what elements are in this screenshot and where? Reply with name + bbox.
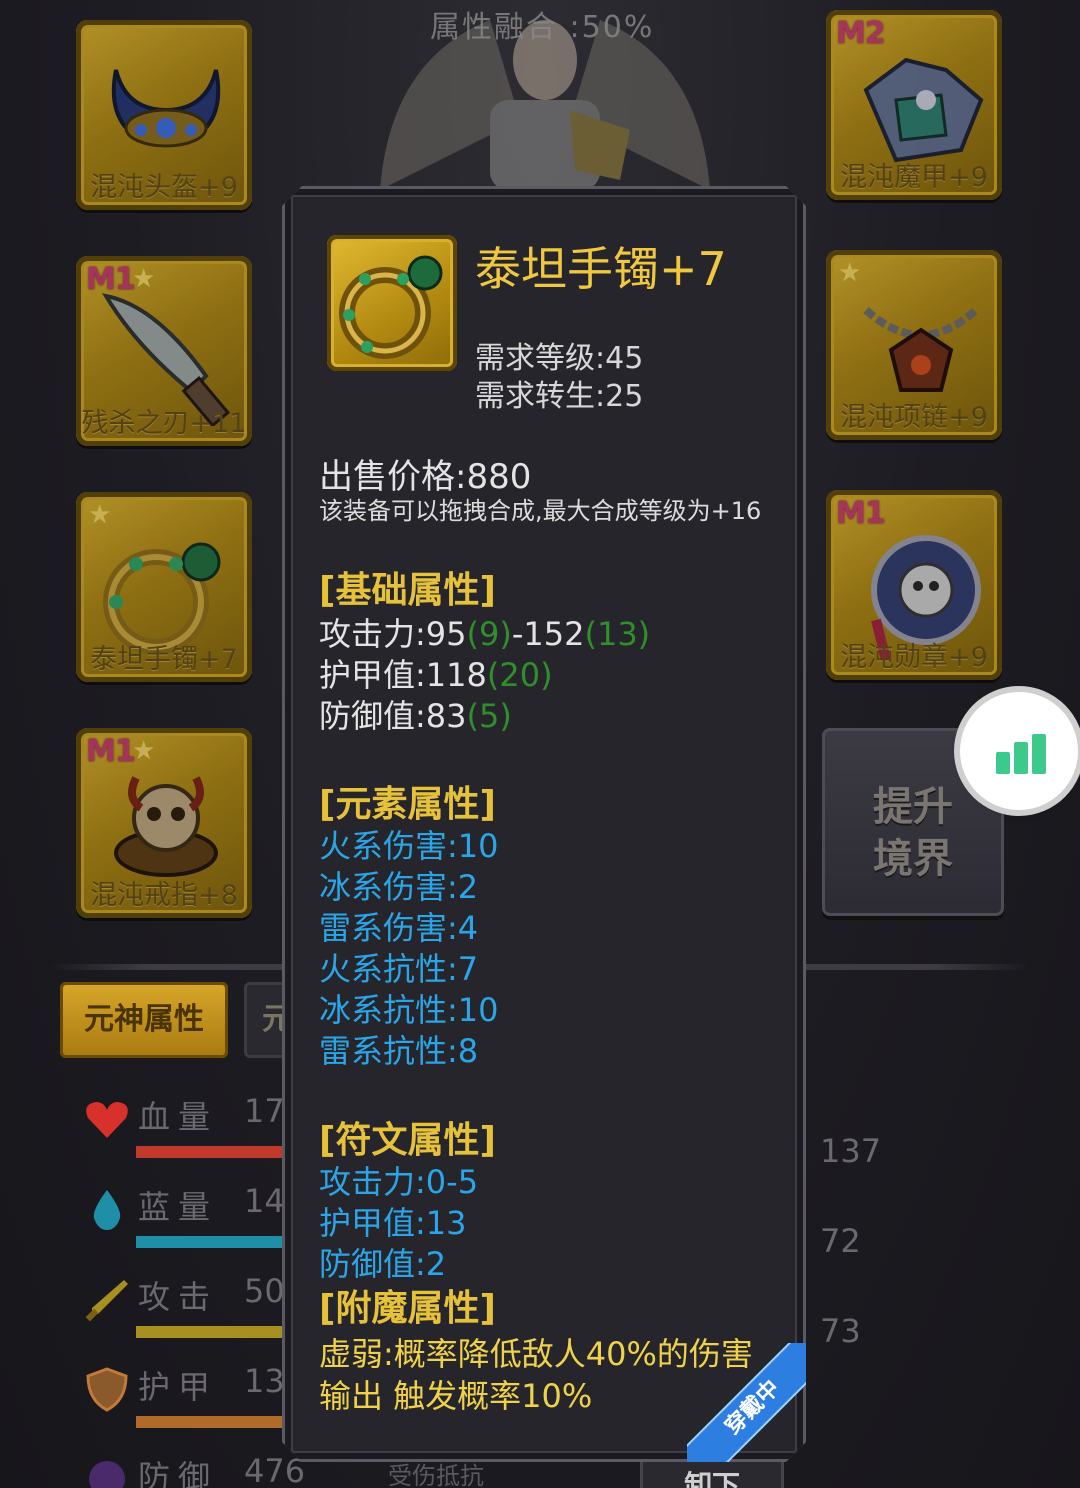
enchant-line: 输出 触发概率10%	[319, 1377, 593, 1415]
enchant-attributes-header: [附魔属性]	[319, 1288, 496, 1329]
slot-name: 混沌勋章+9	[840, 642, 988, 673]
stat-mp: 蓝量 14	[84, 1182, 336, 1252]
slot-name: 混沌项链+9	[840, 402, 988, 433]
right-stat-value: 72	[820, 1222, 861, 1260]
slot-name: 混沌魔甲+9	[840, 162, 988, 193]
right-stat-value: 73	[820, 1312, 861, 1350]
slot-necklace[interactable]: ★ 混沌项链+9	[826, 250, 1002, 440]
slot-name: 混沌头盔+9	[90, 172, 238, 203]
element-line: 雷系抗性:8	[319, 1032, 479, 1070]
element-line: 雷系伤害:4	[319, 909, 479, 947]
basic-defense: 防御值:83(5)	[319, 697, 512, 735]
basic-attributes-header: [基础属性]	[319, 570, 496, 611]
slot-ring[interactable]: M1 ★ 混沌戒指+8	[76, 728, 252, 918]
basic-attack: 攻击力:95(9)-152(13)	[319, 615, 651, 653]
slot-bracelet[interactable]: ★ 泰坦手镯+7	[76, 492, 252, 682]
helmet-icon	[111, 69, 221, 148]
slot-name: 泰坦手镯+7	[90, 644, 238, 675]
element-line: 火系伤害:10	[319, 827, 499, 865]
basic-armor: 护甲值:118(20)	[319, 656, 553, 694]
item-name: 泰坦手镯+7	[475, 242, 727, 296]
sword-icon	[85, 1280, 128, 1322]
heart-icon	[86, 1102, 128, 1138]
element-line: 冰系抗性:10	[319, 991, 499, 1029]
stat-defense: 防御 476	[84, 1452, 305, 1488]
rune-attributes-header: [符文属性]	[319, 1120, 496, 1161]
upgrade-line2: 境界	[873, 836, 953, 882]
defense-icon	[89, 1461, 125, 1488]
bracelet-icon	[327, 235, 457, 371]
required-rebirth: 需求转生:25	[475, 379, 644, 414]
slot-medal[interactable]: M1 混沌勋章+9	[826, 490, 1002, 680]
equipped-ribbon: 穿戴中	[687, 1343, 807, 1463]
item-tooltip: 泰坦手镯+7 需求等级:45 需求转生:25 出售价格:880 该装备可以拖拽合…	[282, 186, 806, 1462]
slot-name: 混沌戒指+8	[90, 880, 238, 911]
floating-stats-button[interactable]	[960, 692, 1078, 810]
slot-name: 残杀之刃+11	[81, 408, 247, 439]
merge-note: 该装备可以拖拽合成,最大合成等级为+16	[319, 497, 762, 525]
equipment-screen: 属性融合 :50% 混沌头盔+9 M1 ★ 残杀之刃+11 ★ 泰坦手镯+7 M…	[0, 0, 1080, 1488]
stat-armor: 护甲 13	[84, 1362, 336, 1432]
stat-attack: 攻击 50	[84, 1272, 336, 1342]
element-line: 冰系伤害:2	[319, 868, 479, 906]
slot-armor[interactable]: M2 混沌魔甲+9	[826, 10, 1002, 200]
rune-line: 攻击力:0-5	[319, 1163, 479, 1201]
element-attributes-header: [元素属性]	[319, 784, 496, 825]
slot-weapon[interactable]: M1 ★ 残杀之刃+11	[76, 256, 252, 446]
fusion-title: 属性融合 :50%	[430, 10, 655, 45]
right-stat-value: 137	[820, 1132, 882, 1170]
tab-soul-attributes[interactable]: 元神属性	[60, 982, 228, 1058]
slot-helmet[interactable]: 混沌头盔+9	[76, 20, 252, 210]
stat-hp: 血量 17	[84, 1092, 336, 1162]
element-line: 火系抗性:7	[319, 950, 479, 988]
shield-icon	[86, 1367, 128, 1412]
item-icon	[327, 235, 457, 371]
droplet-icon	[93, 1190, 121, 1230]
rune-line: 护甲值:13	[319, 1204, 467, 1242]
